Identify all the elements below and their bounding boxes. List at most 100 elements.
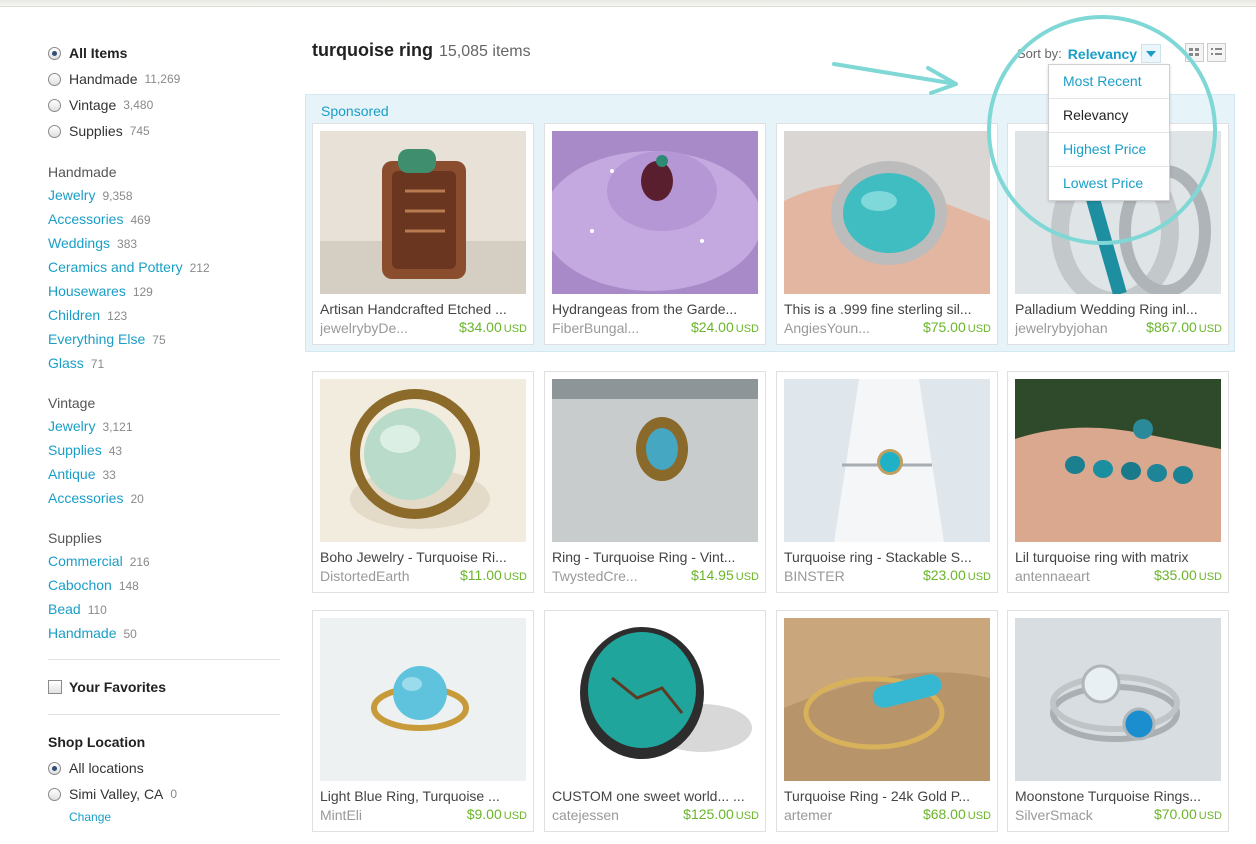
category-link: Handmade 50 <box>48 621 280 645</box>
listing-title[interactable]: Ring - Turquoise Ring - Vint... <box>552 549 758 565</box>
listing-image[interactable] <box>784 379 990 542</box>
listing-title[interactable]: Turquoise ring - Stackable S... <box>784 549 990 565</box>
listing-card[interactable]: Ring - Turquoise Ring - Vint... TwystedC… <box>544 371 766 593</box>
listing-image[interactable] <box>552 131 758 294</box>
category-link-label[interactable]: Bead <box>48 601 81 617</box>
listing-shop[interactable]: BINSTER <box>784 568 904 584</box>
category-link-label[interactable]: Children <box>48 307 100 323</box>
listing-title[interactable]: Turquoise Ring - 24k Gold P... <box>784 788 990 804</box>
category-link-label[interactable]: Housewares <box>48 283 126 299</box>
radio-button[interactable] <box>48 761 61 775</box>
listing-shop[interactable]: antennaeart <box>1015 568 1135 584</box>
listing-shop[interactable]: catejessen <box>552 807 672 823</box>
listing-title[interactable]: Lil turquoise ring with matrix <box>1015 549 1221 565</box>
category-link-label[interactable]: Glass <box>48 355 84 371</box>
category-link: Commercial 216 <box>48 549 280 573</box>
filter-handmade[interactable]: Handmade 11,269 <box>48 66 280 92</box>
category-link: Antique 33 <box>48 462 280 486</box>
listing-card[interactable]: This is a .999 fine sterling sil... Angi… <box>776 123 998 345</box>
listing-shop[interactable]: AngiesYoun... <box>784 320 904 336</box>
list-view-icon[interactable] <box>1207 43 1226 62</box>
price-amount: $9.00 <box>466 806 502 822</box>
category-count: 71 <box>90 357 105 371</box>
result-count: 15,085 items <box>439 43 531 60</box>
listing-shop[interactable]: FiberBungal... <box>552 320 672 336</box>
radio-button[interactable] <box>48 72 61 86</box>
category-link-label[interactable]: Accessories <box>48 211 123 227</box>
listing-shop[interactable]: SilverSmack <box>1015 807 1135 823</box>
listing-image[interactable] <box>1015 379 1221 542</box>
radio-button[interactable] <box>48 98 61 112</box>
filter-supplies[interactable]: Supplies 745 <box>48 118 280 144</box>
listing-card[interactable]: Boho Jewelry - Turquoise Ri... Distorted… <box>312 371 534 593</box>
radio-button[interactable] <box>48 46 61 60</box>
your-favorites-filter[interactable]: Your Favorites <box>48 674 280 700</box>
price-currency: USD <box>735 810 759 822</box>
listing-title[interactable]: Moonstone Turquoise Rings... <box>1015 788 1221 804</box>
category-link: Bead 110 <box>48 597 280 621</box>
listing-shop[interactable]: jewelrybyDe... <box>320 320 440 336</box>
category-link-label[interactable]: Supplies <box>48 442 102 458</box>
listing-image[interactable] <box>552 379 758 542</box>
listing-image[interactable] <box>784 618 990 781</box>
listing-card[interactable]: Light Blue Ring, Turquoise ... MintEli $… <box>312 610 534 832</box>
category-link-label[interactable]: Commercial <box>48 553 123 569</box>
category-link-label[interactable]: Cabochon <box>48 577 112 593</box>
listing-shop[interactable]: artemer <box>784 807 904 823</box>
listing-card[interactable]: Hydrangeas from the Garde... FiberBungal… <box>544 123 766 345</box>
listing-image[interactable] <box>784 131 990 294</box>
category-link-label[interactable]: Jewelry <box>48 418 95 434</box>
listing-card[interactable]: Turquoise ring - Stackable S... BINSTER … <box>776 371 998 593</box>
listing-title[interactable]: Artisan Handcrafted Etched ... <box>320 301 526 317</box>
listing-shop[interactable]: MintEli <box>320 807 440 823</box>
category-link-label[interactable]: Accessories <box>48 490 123 506</box>
listing-title[interactable]: Palladium Wedding Ring inl... <box>1015 301 1221 317</box>
change-location-link[interactable]: Change <box>48 810 280 824</box>
price-currency: USD <box>735 571 759 583</box>
listing-shop[interactable]: jewelrybyjohan <box>1015 320 1135 336</box>
filter-vintage[interactable]: Vintage 3,480 <box>48 92 280 118</box>
listing-card[interactable]: Artisan Handcrafted Etched ... jewelryby… <box>312 123 534 345</box>
listing-title[interactable]: Boho Jewelry - Turquoise Ri... <box>320 549 526 565</box>
category-link-label[interactable]: Handmade <box>48 625 117 641</box>
category-count: 383 <box>117 237 138 251</box>
category-link-label[interactable]: Weddings <box>48 235 110 251</box>
location-local[interactable]: Simi Valley, CA 0 <box>48 781 280 807</box>
category-link-label[interactable]: Ceramics and Pottery <box>48 259 183 275</box>
listing-price: $68.00 USD <box>923 806 991 822</box>
listing-image[interactable] <box>320 379 526 542</box>
listing-price: $24.00 USD <box>691 319 759 335</box>
filter-count: 745 <box>129 124 150 138</box>
listing-card[interactable]: Moonstone Turquoise Rings... SilverSmack… <box>1007 610 1229 832</box>
category-link-label[interactable]: Antique <box>48 466 95 482</box>
listing-title[interactable]: Light Blue Ring, Turquoise ... <box>320 788 526 804</box>
price-amount: $68.00 <box>922 806 966 822</box>
listing-image[interactable] <box>320 618 526 781</box>
listing-card[interactable]: Turquoise Ring - 24k Gold P... artemer $… <box>776 610 998 832</box>
radio-button[interactable] <box>48 124 61 138</box>
listing-price: $35.00 USD <box>1154 567 1222 583</box>
price-amount: $24.00 <box>690 319 734 335</box>
category-link-label[interactable]: Jewelry <box>48 187 95 203</box>
radio-button[interactable] <box>48 787 61 801</box>
listing-image[interactable] <box>320 131 526 294</box>
listing-image[interactable] <box>552 618 758 781</box>
category-count: 20 <box>130 492 144 506</box>
listing-price: $867.00 USD <box>1146 319 1222 335</box>
listing-title[interactable]: This is a .999 fine sterling sil... <box>784 301 990 317</box>
listing-title[interactable]: Hydrangeas from the Garde... <box>552 301 758 317</box>
filter-label: Vintage <box>69 97 117 113</box>
listing-title[interactable]: CUSTOM one sweet world... ... <box>552 788 758 804</box>
location-all[interactable]: All locations <box>48 755 280 781</box>
filter-all-items[interactable]: All Items <box>48 40 280 66</box>
listing-image[interactable] <box>1015 618 1221 781</box>
category-link: Everything Else 75 <box>48 327 280 351</box>
location-count: 0 <box>170 787 178 801</box>
listing-shop[interactable]: DistortedEarth <box>320 568 440 584</box>
category-link-label[interactable]: Everything Else <box>48 331 145 347</box>
listing-card[interactable]: Lil turquoise ring with matrix antennaea… <box>1007 371 1229 593</box>
favorites-checkbox[interactable] <box>48 680 62 694</box>
item-type-filter: All Items Handmade 11,269 Vintage 3,480 … <box>48 40 280 144</box>
listing-shop[interactable]: TwystedCre... <box>552 568 672 584</box>
listing-card[interactable]: CUSTOM one sweet world... ... catejessen… <box>544 610 766 832</box>
